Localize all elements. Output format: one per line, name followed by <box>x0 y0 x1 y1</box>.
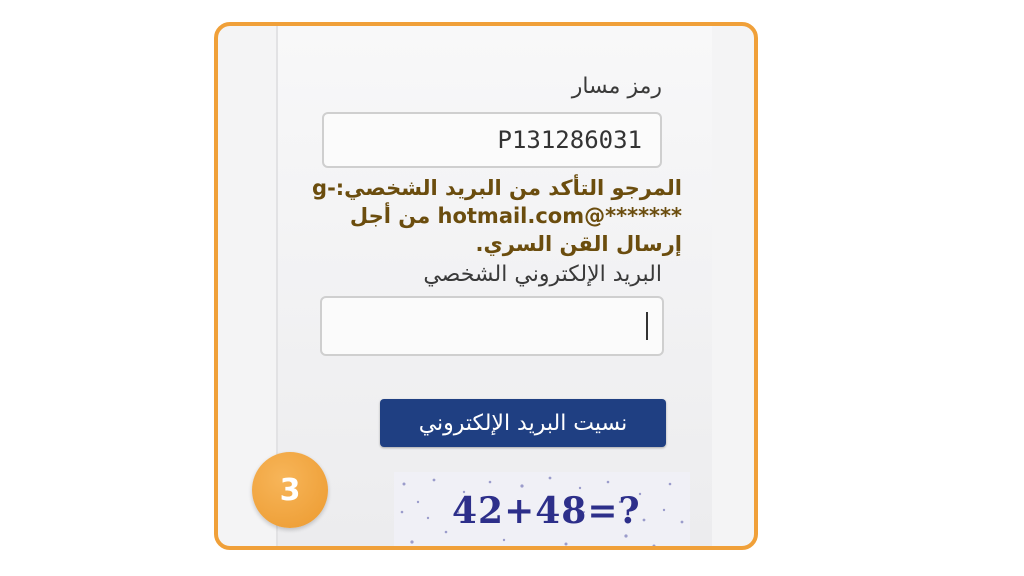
step-badge: 3 <box>252 452 328 528</box>
notice-line-1: المرجو التأكد من البريد الشخصي:-g <box>312 176 682 200</box>
email-label: البريد الإلكتروني الشخصي <box>423 262 662 287</box>
captcha-image: 42+48=? <box>394 472 690 546</box>
forgot-email-button[interactable]: نسيت البريد الإلكتروني <box>380 399 666 447</box>
text-cursor <box>646 312 648 340</box>
track-code-label: رمز مسار <box>571 74 662 99</box>
notice-line-3: إرسال القن السري. <box>475 232 682 256</box>
email-input[interactable] <box>320 296 664 356</box>
captcha-text: 42+48=? <box>452 490 641 532</box>
notice-line-2: *******@hotmail.com من أجل <box>349 204 682 228</box>
track-code-value: P131286031 <box>497 126 643 154</box>
track-code-field[interactable]: P131286031 <box>322 112 662 168</box>
email-notice: المرجو التأكد من البريد الشخصي:-g ******… <box>302 174 682 258</box>
screenshot-frame: رمز مسار P131286031 المرجو التأكد من الب… <box>214 22 758 550</box>
